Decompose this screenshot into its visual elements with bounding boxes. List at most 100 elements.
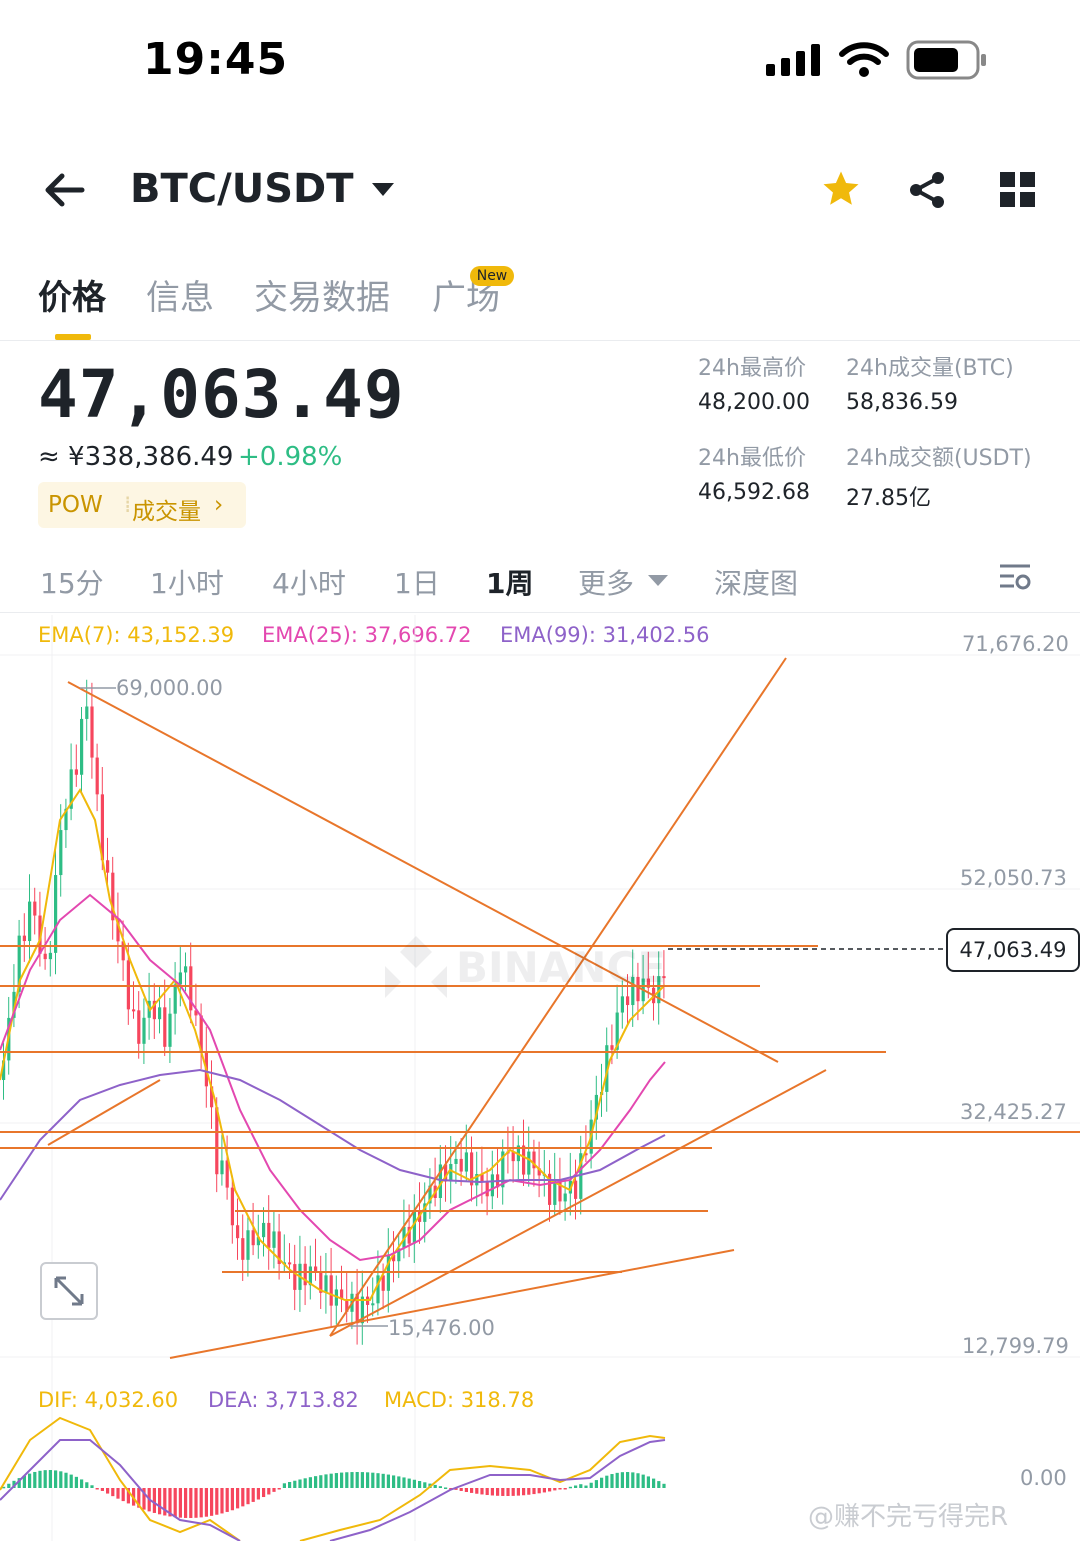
macd-bar bbox=[267, 1488, 271, 1495]
candle-body bbox=[449, 1163, 453, 1182]
favorite-star-icon[interactable] bbox=[820, 168, 862, 214]
candle-body bbox=[620, 996, 624, 1013]
cny-price: ≈ ¥338,386.49 bbox=[38, 442, 234, 472]
interval-depth[interactable]: 深度图 bbox=[714, 562, 798, 602]
macd-bar bbox=[293, 1480, 297, 1488]
macd-bar bbox=[272, 1488, 276, 1492]
expand-icon bbox=[54, 1276, 84, 1306]
interval-divider bbox=[0, 612, 1080, 613]
candle-body bbox=[574, 1180, 578, 1199]
macd-value-label: MACD: 318.78 bbox=[384, 1388, 535, 1412]
macd-bar bbox=[178, 1488, 182, 1518]
interval-4h[interactable]: 4小时 bbox=[272, 562, 346, 602]
candle-body bbox=[95, 757, 99, 795]
macd-bar bbox=[215, 1488, 219, 1515]
dropdown-caret-icon[interactable] bbox=[372, 182, 394, 201]
macd-bar bbox=[355, 1472, 359, 1488]
interval-1h[interactable]: 1小时 bbox=[150, 562, 224, 602]
macd-bar bbox=[106, 1488, 110, 1494]
macd-bar bbox=[511, 1488, 515, 1496]
candle-body bbox=[329, 1275, 333, 1306]
macd-bar bbox=[277, 1488, 281, 1490]
macd-bar bbox=[251, 1488, 255, 1502]
interval-more[interactable]: 更多 bbox=[578, 562, 634, 602]
macd-bar bbox=[38, 1470, 42, 1488]
share-icon[interactable] bbox=[908, 170, 948, 214]
candle-body bbox=[163, 1007, 167, 1047]
macd-bar bbox=[548, 1488, 552, 1492]
macd-bar bbox=[532, 1488, 536, 1495]
macd-bar bbox=[459, 1488, 463, 1491]
candle-body bbox=[626, 996, 630, 1006]
macd-bar bbox=[636, 1473, 640, 1488]
macd-bar bbox=[340, 1472, 344, 1488]
macd-bar bbox=[584, 1485, 588, 1488]
macd-bar bbox=[173, 1488, 177, 1518]
macd-bar bbox=[100, 1488, 104, 1491]
tab-trading-data[interactable]: 交易数据 bbox=[254, 270, 390, 319]
macd-bar bbox=[366, 1472, 370, 1488]
macd-bar bbox=[480, 1488, 484, 1495]
macd-bar bbox=[28, 1473, 32, 1488]
candle-body bbox=[59, 830, 63, 876]
macd-bar bbox=[397, 1476, 401, 1488]
macd-bar bbox=[485, 1488, 489, 1496]
macd-bar bbox=[158, 1488, 162, 1515]
chart-settings-icon[interactable] bbox=[1000, 562, 1032, 596]
candle-body bbox=[371, 1303, 375, 1306]
pair-title[interactable]: BTC/USDT bbox=[130, 166, 354, 212]
candle-body bbox=[464, 1152, 468, 1172]
macd-bar bbox=[350, 1472, 354, 1488]
macd-bar bbox=[282, 1483, 286, 1488]
macd-bar bbox=[433, 1484, 437, 1488]
macd-bar bbox=[652, 1478, 656, 1488]
candle-body bbox=[272, 1231, 276, 1248]
tab-price[interactable]: 价格 bbox=[38, 270, 106, 319]
macd-bar bbox=[210, 1488, 214, 1516]
vol-btc-value: 58,836.59 bbox=[846, 390, 958, 415]
tab-info[interactable]: 信息 bbox=[146, 270, 214, 319]
high-label: 24h最高价 bbox=[698, 356, 806, 381]
price-change: +0.98% bbox=[238, 442, 343, 472]
macd-bar bbox=[262, 1488, 266, 1498]
svg-text:BINANCE: BINANCE bbox=[456, 943, 666, 992]
macd-bar bbox=[74, 1476, 78, 1488]
low-annotation: 15,476.00 bbox=[388, 1316, 495, 1340]
macd-bar bbox=[412, 1479, 416, 1488]
signal-icon bbox=[766, 44, 822, 80]
back-arrow-icon[interactable] bbox=[42, 172, 86, 212]
macd-bar bbox=[568, 1486, 572, 1489]
candle-body bbox=[267, 1222, 271, 1248]
candle-body bbox=[137, 1010, 141, 1044]
more-caret-icon[interactable] bbox=[648, 572, 668, 591]
pow-volume-tag[interactable]: POW ⁞ 成交量 › bbox=[38, 482, 246, 528]
interval-1w[interactable]: 1周 bbox=[486, 562, 533, 602]
candle-body bbox=[485, 1181, 489, 1197]
macd-bar bbox=[464, 1488, 468, 1492]
macd-bar bbox=[48, 1470, 52, 1488]
candle-body bbox=[43, 953, 47, 960]
grid-menu-icon[interactable] bbox=[1000, 172, 1036, 212]
candle-body bbox=[85, 706, 89, 719]
macd-bar bbox=[527, 1488, 531, 1495]
candle-body bbox=[126, 960, 130, 1010]
macd-bar bbox=[506, 1488, 510, 1496]
macd-bar bbox=[381, 1473, 385, 1488]
macd-bar bbox=[475, 1488, 479, 1494]
interval-15m[interactable]: 15分 bbox=[40, 562, 104, 602]
candle-body bbox=[511, 1152, 515, 1162]
macd-bar bbox=[199, 1488, 203, 1518]
macd-bar bbox=[553, 1488, 557, 1491]
macd-bar bbox=[95, 1488, 99, 1490]
macd-bar bbox=[605, 1475, 609, 1488]
candle-body bbox=[48, 952, 52, 960]
macd-bar bbox=[392, 1475, 396, 1488]
fullscreen-button[interactable] bbox=[40, 1262, 98, 1320]
candle-body bbox=[142, 1017, 146, 1044]
macd-bar bbox=[319, 1475, 323, 1488]
candle-body bbox=[262, 1222, 266, 1238]
macd-bar bbox=[303, 1478, 307, 1488]
interval-1d[interactable]: 1日 bbox=[394, 562, 440, 602]
candle-body bbox=[173, 984, 177, 1014]
macd-bar bbox=[59, 1471, 63, 1488]
